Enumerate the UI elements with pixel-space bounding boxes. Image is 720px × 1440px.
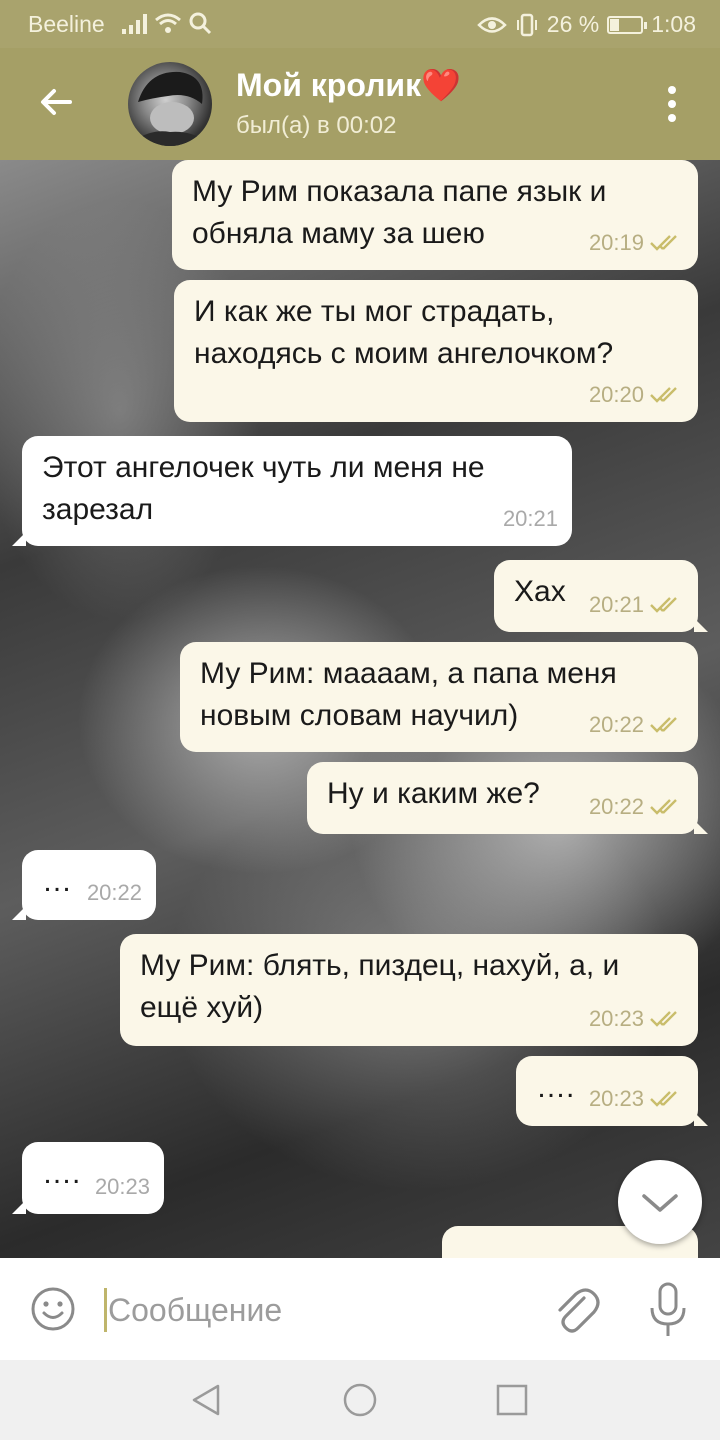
- smiley-icon[interactable]: [30, 1286, 76, 1332]
- battery-percent: 26 %: [546, 11, 600, 37]
- message-meta: 20:23: [589, 998, 684, 1040]
- carrier-name: Beeline: [28, 11, 105, 37]
- message-time: 20:19: [588, 230, 644, 255]
- system-navigation-bar: [0, 1360, 720, 1440]
- message-time: 20:22: [86, 880, 142, 905]
- message-bubble-outgoing[interactable]: Му Рим: маааам, а папа меня новым словам…: [180, 642, 698, 752]
- message-meta: 20:23: [589, 1078, 684, 1120]
- message-meta: 20:21: [503, 498, 558, 540]
- recents-square-icon[interactable]: [492, 1380, 532, 1420]
- message-time: 20:21: [588, 592, 644, 617]
- back-triangle-icon[interactable]: [186, 1380, 226, 1420]
- message-composer: Сообщение: [0, 1258, 720, 1360]
- search-icon: [189, 12, 212, 35]
- message-meta: 20:23: [95, 1166, 150, 1208]
- double-check-icon: [650, 1091, 677, 1107]
- vibrate-icon: [516, 13, 537, 36]
- battery-icon: [607, 15, 648, 34]
- double-check-icon: [650, 387, 677, 403]
- chevron-down-icon: [642, 1194, 678, 1212]
- microphone-icon[interactable]: [648, 1282, 688, 1338]
- double-check-icon: [650, 1011, 677, 1027]
- more-vertical-icon[interactable]: [660, 84, 684, 124]
- double-check-icon: [650, 235, 677, 251]
- message-bubble-outgoing[interactable]: Му Рим показала папе язык и обняла маму …: [172, 160, 698, 270]
- message-meta: 20:19: [589, 222, 684, 264]
- message-bubble-outgoing[interactable]: Хах 20:21: [494, 560, 708, 632]
- message-bubble-outgoing[interactable]: …. 20:23: [516, 1056, 708, 1126]
- signal-icon: [122, 12, 147, 34]
- double-check-icon: [650, 597, 677, 613]
- message-bubble-outgoing[interactable]: Ну и каким же? 20:22: [307, 762, 708, 834]
- message-meta: 20:20: [589, 374, 684, 416]
- arrow-left-icon[interactable]: [36, 82, 76, 122]
- message-time: 20:23: [588, 1006, 644, 1031]
- message-bubble-incoming[interactable]: Этот ангелочек чуть ли меня не зарезал 2…: [12, 436, 572, 546]
- message-time: 20:21: [502, 506, 558, 531]
- status-bar: Beeline 26 % 1:08: [0, 0, 720, 48]
- home-circle-icon[interactable]: [340, 1380, 380, 1420]
- message-bubble-incoming[interactable]: …. 20:23: [12, 1142, 164, 1214]
- chat-title[interactable]: Мой кролик❤️: [236, 66, 461, 104]
- wifi-icon: [155, 13, 181, 33]
- message-time: 20:23: [588, 1086, 644, 1111]
- paperclip-icon[interactable]: [552, 1284, 600, 1334]
- message-time: 20:23: [94, 1174, 150, 1199]
- message-bubble-outgoing[interactable]: Му Рим: блять, пиздец, нахуй, а, и ещё х…: [120, 934, 698, 1046]
- double-check-icon: [650, 799, 677, 815]
- message-meta: 20:22: [87, 872, 142, 914]
- message-meta: 20:22: [589, 704, 684, 746]
- message-bubble-outgoing[interactable]: И как же ты мог страдать, находясь с мои…: [174, 280, 698, 422]
- message-time: 20:22: [588, 794, 644, 819]
- clock: 1:08: [651, 11, 696, 37]
- message-time: 20:22: [588, 712, 644, 737]
- avatar[interactable]: [128, 62, 212, 146]
- eye-icon: [477, 16, 507, 33]
- chat-area[interactable]: Му Рим показала папе язык и обняла маму …: [0, 160, 720, 1258]
- last-seen-status: был(а) в 00:02: [236, 112, 397, 139]
- message-meta: 20:22: [589, 786, 684, 828]
- double-check-icon: [650, 717, 677, 733]
- scroll-down-button[interactable]: [618, 1160, 702, 1244]
- message-meta: 20:21: [589, 584, 684, 626]
- message-text: Этот ангелочек чуть ли меня не зарезал: [42, 451, 493, 526]
- message-text: И как же ты мог страдать, находясь с мои…: [194, 295, 614, 370]
- message-time: 20:20: [588, 382, 644, 407]
- chat-header: Мой кролик❤️ был(а) в 00:02: [0, 48, 720, 160]
- message-input[interactable]: Сообщение: [108, 1292, 282, 1329]
- text-cursor: [104, 1288, 107, 1332]
- message-bubble-incoming[interactable]: … 20:22: [12, 850, 156, 920]
